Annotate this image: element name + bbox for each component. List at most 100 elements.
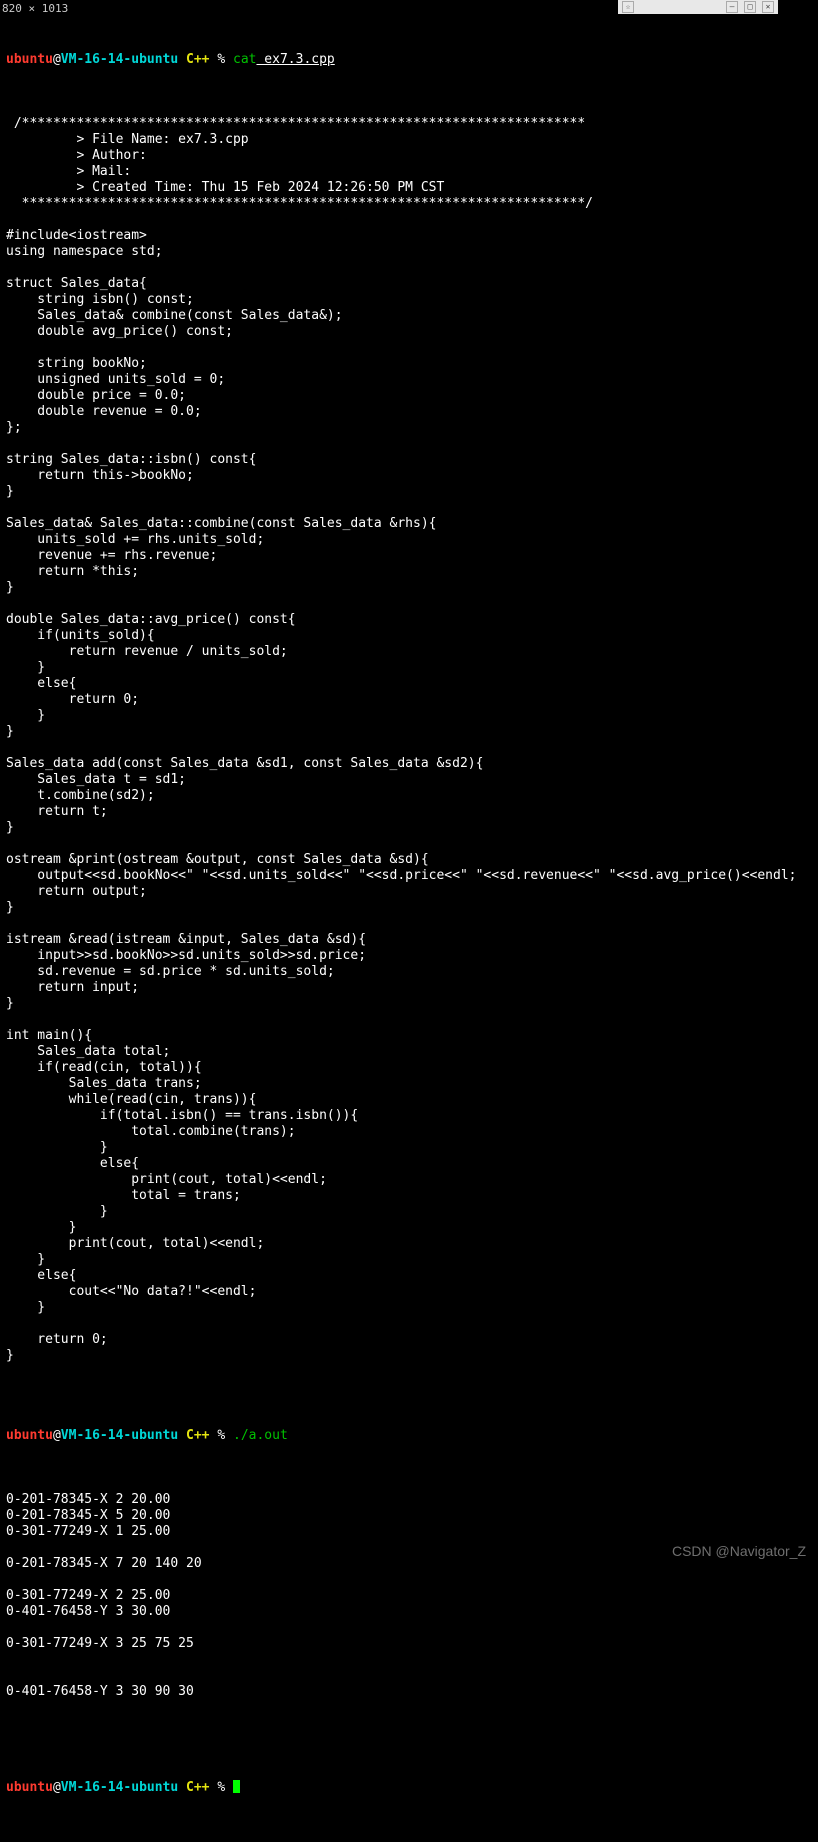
prompt-path: C++ <box>178 1428 209 1443</box>
code-line <box>6 436 812 452</box>
code-line: sd.revenue = sd.price * sd.units_sold; <box>6 964 812 980</box>
code-line <box>6 212 812 228</box>
prompt-at: @ <box>53 1428 61 1443</box>
code-line: return 0; <box>6 692 812 708</box>
code-line: cout<<"No data?!"<<endl; <box>6 1284 812 1300</box>
code-line: while(read(cin, trans)){ <box>6 1092 812 1108</box>
io-line: 0-301-77249-X 1 25.00 <box>6 1524 812 1540</box>
prompt-sep: % <box>210 1428 233 1443</box>
code-line: double price = 0.0; <box>6 388 812 404</box>
code-line: > Author: <box>6 148 812 164</box>
prompt-user: ubuntu <box>6 1428 53 1443</box>
code-line: struct Sales_data{ <box>6 276 812 292</box>
code-line: revenue += rhs.revenue; <box>6 548 812 564</box>
source-code-output: /***************************************… <box>6 116 812 1364</box>
prompt-host: VM-16-14-ubuntu <box>61 1428 178 1443</box>
io-line: 0-301-77249-X 2 25.00 <box>6 1588 812 1604</box>
code-line: if(read(cin, total)){ <box>6 1060 812 1076</box>
code-line: double avg_price() const; <box>6 324 812 340</box>
code-line: Sales_data t = sd1; <box>6 772 812 788</box>
command-run: ./a.out <box>233 1428 288 1443</box>
code-line: return 0; <box>6 1332 812 1348</box>
io-line: 0-401-76458-Y 3 30 90 30 <box>6 1684 812 1700</box>
code-line: return input; <box>6 980 812 996</box>
code-line: return t; <box>6 804 812 820</box>
prompt-sep: % <box>210 1780 233 1795</box>
code-line: istream &read(istream &input, Sales_data… <box>6 932 812 948</box>
code-line: /***************************************… <box>6 116 812 132</box>
io-line <box>6 1572 812 1588</box>
code-line: }; <box>6 420 812 436</box>
code-line: total.combine(trans); <box>6 1124 812 1140</box>
code-line <box>6 1012 812 1028</box>
code-line: else{ <box>6 1268 812 1284</box>
code-line <box>6 340 812 356</box>
terminal[interactable]: ubuntu@VM-16-14-ubuntu C++ % cat ex7.3.c… <box>0 0 818 1842</box>
io-line: 0-401-76458-Y 3 30.00 <box>6 1604 812 1620</box>
code-line: using namespace std; <box>6 244 812 260</box>
prompt-line-1: ubuntu@VM-16-14-ubuntu C++ % cat ex7.3.c… <box>6 52 812 68</box>
io-line <box>6 1540 812 1556</box>
code-line: } <box>6 996 812 1012</box>
code-line: } <box>6 1204 812 1220</box>
code-line: } <box>6 708 812 724</box>
code-line: > File Name: ex7.3.cpp <box>6 132 812 148</box>
code-line: } <box>6 1300 812 1316</box>
code-line: ****************************************… <box>6 196 812 212</box>
command-cat: cat <box>233 52 256 67</box>
code-line: total = trans; <box>6 1188 812 1204</box>
code-line: if(total.isbn() == trans.isbn()){ <box>6 1108 812 1124</box>
code-line: string bookNo; <box>6 356 812 372</box>
io-line: 0-201-78345-X 2 20.00 <box>6 1492 812 1508</box>
prompt-path: C++ <box>178 52 209 67</box>
code-line: return revenue / units_sold; <box>6 644 812 660</box>
code-line: } <box>6 820 812 836</box>
prompt-user: ubuntu <box>6 1780 53 1795</box>
code-line: return output; <box>6 884 812 900</box>
code-line: double revenue = 0.0; <box>6 404 812 420</box>
code-line: print(cout, total)<<endl; <box>6 1236 812 1252</box>
image-dimension-label: 820 × 1013 <box>2 1 68 17</box>
code-line: int main(){ <box>6 1028 812 1044</box>
code-line: Sales_data& Sales_data::combine(const Sa… <box>6 516 812 532</box>
code-line: Sales_data add(const Sales_data &sd1, co… <box>6 756 812 772</box>
io-line: 0-201-78345-X 7 20 140 20 <box>6 1556 812 1572</box>
program-io: 0-201-78345-X 2 20.000-201-78345-X 5 20.… <box>6 1492 812 1716</box>
code-line <box>6 740 812 756</box>
prompt-sep: % <box>210 52 233 67</box>
code-line: return *this; <box>6 564 812 580</box>
code-line: double Sales_data::avg_price() const{ <box>6 612 812 628</box>
code-line: t.combine(sd2); <box>6 788 812 804</box>
code-line: } <box>6 1140 812 1156</box>
code-line: } <box>6 484 812 500</box>
code-line: Sales_data& combine(const Sales_data&); <box>6 308 812 324</box>
code-line: } <box>6 1252 812 1268</box>
code-line: string Sales_data::isbn() const{ <box>6 452 812 468</box>
code-line: } <box>6 724 812 740</box>
io-line <box>6 1620 812 1636</box>
code-line <box>6 260 812 276</box>
code-line: } <box>6 580 812 596</box>
code-line: > Created Time: Thu 15 Feb 2024 12:26:50… <box>6 180 812 196</box>
prompt-host: VM-16-14-ubuntu <box>61 1780 178 1795</box>
code-line: } <box>6 660 812 676</box>
prompt-line-2: ubuntu@VM-16-14-ubuntu C++ % ./a.out <box>6 1428 812 1444</box>
io-line <box>6 1652 812 1668</box>
code-line: units_sold += rhs.units_sold; <box>6 532 812 548</box>
io-line: 0-201-78345-X 5 20.00 <box>6 1508 812 1524</box>
prompt-line-3: ubuntu@VM-16-14-ubuntu C++ % <box>6 1780 812 1796</box>
io-line: 0-301-77249-X 3 25 75 25 <box>6 1636 812 1652</box>
code-line: #include<iostream> <box>6 228 812 244</box>
code-line <box>6 1316 812 1332</box>
code-line: > Mail: <box>6 164 812 180</box>
io-line <box>6 1700 812 1716</box>
code-line: print(cout, total)<<endl; <box>6 1172 812 1188</box>
code-line <box>6 836 812 852</box>
prompt-at: @ <box>53 52 61 67</box>
io-line <box>6 1668 812 1684</box>
code-line: } <box>6 900 812 916</box>
code-line: ostream &print(ostream &output, const Sa… <box>6 852 812 868</box>
prompt-at: @ <box>53 1780 61 1795</box>
prompt-path: C++ <box>178 1780 209 1795</box>
command-arg-filename: ex7.3.cpp <box>256 52 334 67</box>
